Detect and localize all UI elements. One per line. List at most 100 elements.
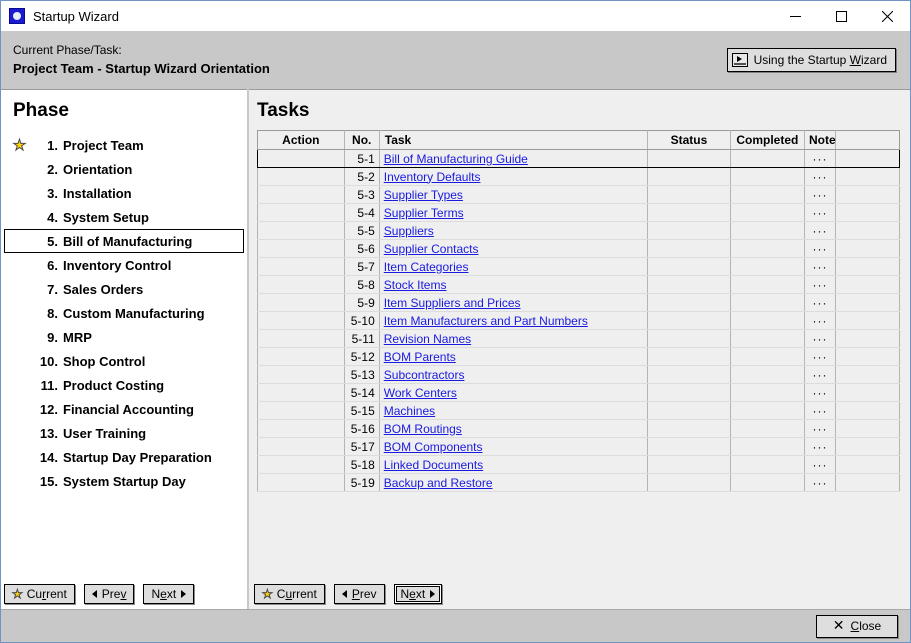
task-link[interactable]: BOM Parents: [384, 350, 456, 364]
cell-note[interactable]: ···: [805, 330, 836, 348]
cell-task[interactable]: Revision Names: [379, 330, 647, 348]
close-dialog-button[interactable]: ✕ Close: [816, 615, 898, 638]
cell-note[interactable]: ···: [805, 438, 836, 456]
cell-task[interactable]: Bill of Manufacturing Guide: [379, 150, 647, 168]
phase-item-system-setup[interactable]: 4.System Setup: [4, 205, 244, 229]
phase-item-installation[interactable]: 3.Installation: [4, 181, 244, 205]
cell-note[interactable]: ···: [805, 294, 836, 312]
table-row[interactable]: 5-19Backup and Restore···: [258, 474, 900, 492]
cell-note[interactable]: ···: [805, 384, 836, 402]
cell-task[interactable]: Inventory Defaults: [379, 168, 647, 186]
table-row[interactable]: 5-14Work Centers···: [258, 384, 900, 402]
phase-item-product-costing[interactable]: 11.Product Costing: [4, 373, 244, 397]
phase-next-button[interactable]: Next: [143, 584, 194, 604]
tasks-next-button[interactable]: Next: [394, 584, 443, 604]
cell-note[interactable]: ···: [805, 276, 836, 294]
task-link[interactable]: Linked Documents: [384, 458, 483, 472]
cell-task[interactable]: Supplier Contacts: [379, 240, 647, 258]
table-row[interactable]: 5-12BOM Parents···: [258, 348, 900, 366]
phase-item-mrp[interactable]: 9.MRP: [4, 325, 244, 349]
table-row[interactable]: 5-11Revision Names···: [258, 330, 900, 348]
tasks-current-button[interactable]: ★ Current: [254, 584, 325, 604]
cell-task[interactable]: Item Categories: [379, 258, 647, 276]
task-link[interactable]: Bill of Manufacturing Guide: [384, 152, 528, 166]
table-row[interactable]: 5-10Item Manufacturers and Part Numbers·…: [258, 312, 900, 330]
phase-item-bill-of-manufacturing[interactable]: 5.Bill of Manufacturing: [4, 229, 244, 253]
task-link[interactable]: Subcontractors: [384, 368, 465, 382]
table-row[interactable]: 5-18Linked Documents···: [258, 456, 900, 474]
maximize-button[interactable]: [818, 1, 864, 31]
cell-task[interactable]: Machines: [379, 402, 647, 420]
table-row[interactable]: 5-1Bill of Manufacturing Guide···: [258, 150, 900, 168]
cell-note[interactable]: ···: [805, 204, 836, 222]
table-row[interactable]: 5-3Supplier Types···: [258, 186, 900, 204]
phase-item-sales-orders[interactable]: 7.Sales Orders: [4, 277, 244, 301]
cell-task[interactable]: BOM Routings: [379, 420, 647, 438]
cell-task[interactable]: Linked Documents: [379, 456, 647, 474]
table-row[interactable]: 5-6Supplier Contacts···: [258, 240, 900, 258]
phase-item-financial-accounting[interactable]: 12.Financial Accounting: [4, 397, 244, 421]
cell-note[interactable]: ···: [805, 348, 836, 366]
table-row[interactable]: 5-4Supplier Terms···: [258, 204, 900, 222]
table-row[interactable]: 5-15Machines···: [258, 402, 900, 420]
using-the-startup-wizard-button[interactable]: Using the Startup Wizard: [727, 48, 896, 72]
cell-task[interactable]: Work Centers: [379, 384, 647, 402]
cell-task[interactable]: Item Manufacturers and Part Numbers: [379, 312, 647, 330]
phase-item-inventory-control[interactable]: 6.Inventory Control: [4, 253, 244, 277]
cell-task[interactable]: Item Suppliers and Prices: [379, 294, 647, 312]
task-link[interactable]: Inventory Defaults: [384, 170, 481, 184]
table-row[interactable]: 5-16BOM Routings···: [258, 420, 900, 438]
task-link[interactable]: Supplier Types: [384, 188, 463, 202]
task-link[interactable]: Revision Names: [384, 332, 471, 346]
task-link[interactable]: Work Centers: [384, 386, 457, 400]
phase-item-shop-control[interactable]: 10.Shop Control: [4, 349, 244, 373]
task-link[interactable]: Item Manufacturers and Part Numbers: [384, 314, 588, 328]
phase-item-system-startup-day[interactable]: 15.System Startup Day: [4, 469, 244, 493]
cell-note[interactable]: ···: [805, 222, 836, 240]
cell-task[interactable]: Stock Items: [379, 276, 647, 294]
cell-note[interactable]: ···: [805, 366, 836, 384]
task-link[interactable]: Suppliers: [384, 224, 434, 238]
cell-note[interactable]: ···: [805, 186, 836, 204]
cell-note[interactable]: ···: [805, 240, 836, 258]
cell-task[interactable]: BOM Components: [379, 438, 647, 456]
table-row[interactable]: 5-7Item Categories···: [258, 258, 900, 276]
task-link[interactable]: Supplier Contacts: [384, 242, 479, 256]
cell-task[interactable]: BOM Parents: [379, 348, 647, 366]
table-row[interactable]: 5-13Subcontractors···: [258, 366, 900, 384]
cell-task[interactable]: Supplier Terms: [379, 204, 647, 222]
task-link[interactable]: Supplier Terms: [384, 206, 464, 220]
column-header-extra[interactable]: [835, 131, 899, 150]
phase-item-startup-day-preparation[interactable]: 14.Startup Day Preparation: [4, 445, 244, 469]
column-header-status[interactable]: Status: [648, 131, 731, 150]
cell-note[interactable]: ···: [805, 402, 836, 420]
task-link[interactable]: Machines: [384, 404, 435, 418]
task-link[interactable]: Item Categories: [384, 260, 469, 274]
phase-item-custom-manufacturing[interactable]: 8.Custom Manufacturing: [4, 301, 244, 325]
phase-current-button[interactable]: ★ Current: [4, 584, 75, 604]
table-row[interactable]: 5-17BOM Components···: [258, 438, 900, 456]
column-header-action[interactable]: Action: [258, 131, 345, 150]
cell-task[interactable]: Subcontractors: [379, 366, 647, 384]
close-button[interactable]: [864, 1, 910, 31]
table-row[interactable]: 5-8Stock Items···: [258, 276, 900, 294]
cell-note[interactable]: ···: [805, 420, 836, 438]
task-link[interactable]: Stock Items: [384, 278, 447, 292]
cell-task[interactable]: Backup and Restore: [379, 474, 647, 492]
table-row[interactable]: 5-5Suppliers···: [258, 222, 900, 240]
cell-note[interactable]: ···: [805, 150, 836, 168]
cell-note[interactable]: ···: [805, 258, 836, 276]
minimize-button[interactable]: [772, 1, 818, 31]
task-link[interactable]: Item Suppliers and Prices: [384, 296, 521, 310]
task-link[interactable]: Backup and Restore: [384, 476, 493, 490]
cell-note[interactable]: ···: [805, 312, 836, 330]
column-header-note[interactable]: Note: [805, 131, 836, 150]
table-row[interactable]: 5-9Item Suppliers and Prices···: [258, 294, 900, 312]
tasks-prev-button[interactable]: Prev: [334, 584, 385, 604]
task-link[interactable]: BOM Components: [384, 440, 483, 454]
phase-item-user-training[interactable]: 13.User Training: [4, 421, 244, 445]
cell-note[interactable]: ···: [805, 168, 836, 186]
column-header-completed[interactable]: Completed: [730, 131, 804, 150]
phase-item-orientation[interactable]: 2.Orientation: [4, 157, 244, 181]
cell-task[interactable]: Supplier Types: [379, 186, 647, 204]
